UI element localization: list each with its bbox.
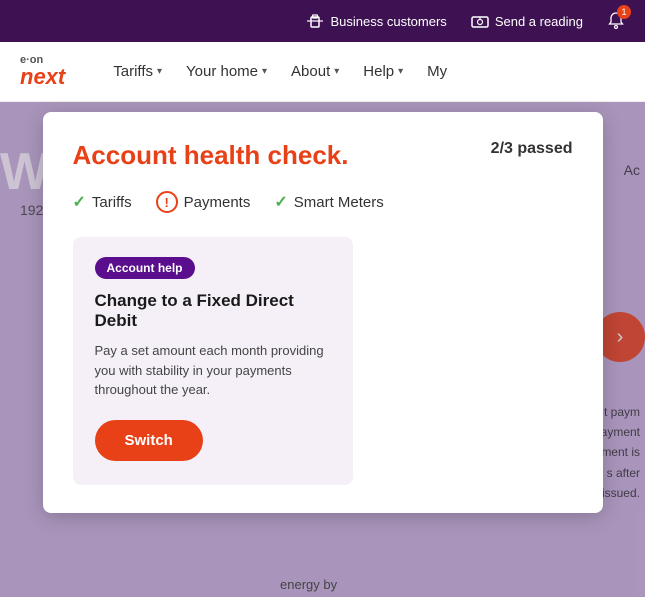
send-reading-link[interactable]: Send a reading xyxy=(471,12,583,30)
business-customers-label: Business customers xyxy=(330,14,446,29)
card-description: Pay a set amount each month providing yo… xyxy=(95,341,331,400)
nav-my[interactable]: My xyxy=(419,63,455,80)
check-tariffs: ✓ Tariffs xyxy=(73,191,132,213)
check-items: ✓ Tariffs ! Payments ✓ Smart Meters xyxy=(73,191,573,213)
tariffs-check-label: Tariffs xyxy=(92,194,132,211)
check-smart-ok-icon: ✓ xyxy=(274,192,287,212)
nav-help[interactable]: Help ▾ xyxy=(355,63,411,80)
switch-button[interactable]: Switch xyxy=(95,420,203,461)
meter-icon xyxy=(471,12,489,30)
modal-overlay: Account health check. 2/3 passed ✓ Tarif… xyxy=(0,102,645,597)
tariffs-label: Tariffs xyxy=(113,63,153,80)
your-home-chevron-icon: ▾ xyxy=(262,66,267,77)
briefcase-icon xyxy=(306,12,324,30)
modal-header: Account health check. 2/3 passed xyxy=(73,140,573,171)
notification-count: 1 xyxy=(617,5,631,19)
check-warn-icon: ! xyxy=(156,191,178,213)
about-label: About xyxy=(291,63,330,80)
nav-items: Tariffs ▾ Your home ▾ About ▾ Help ▾ My xyxy=(105,63,625,80)
account-help-card: Account help Change to a Fixed Direct De… xyxy=(73,237,353,485)
logo[interactable]: e·on next xyxy=(20,55,65,88)
bottom-energy-text: energy by xyxy=(280,577,337,592)
modal-title: Account health check. xyxy=(73,140,349,171)
nav-about[interactable]: About ▾ xyxy=(283,63,347,80)
notifications-icon[interactable]: 1 xyxy=(607,11,625,32)
about-chevron-icon: ▾ xyxy=(334,66,339,77)
send-reading-label: Send a reading xyxy=(495,14,583,29)
tariffs-chevron-icon: ▾ xyxy=(157,66,162,77)
top-bar: Business customers Send a reading 1 xyxy=(0,0,645,42)
main-background: We 192 G Ac › t paympaymentment iss afte… xyxy=(0,102,645,597)
logo-next-text: next xyxy=(20,66,65,88)
your-home-label: Your home xyxy=(186,63,258,80)
nav-tariffs[interactable]: Tariffs ▾ xyxy=(105,63,170,80)
check-ok-icon: ✓ xyxy=(73,192,86,212)
business-customers-link[interactable]: Business customers xyxy=(306,12,446,30)
my-label: My xyxy=(427,63,447,80)
help-chevron-icon: ▾ xyxy=(398,66,403,77)
passed-count: 2/3 passed xyxy=(491,140,573,158)
smart-meters-check-label: Smart Meters xyxy=(294,194,384,211)
health-check-modal: Account health check. 2/3 passed ✓ Tarif… xyxy=(43,112,603,513)
help-label: Help xyxy=(363,63,394,80)
nav-bar: e·on next Tariffs ▾ Your home ▾ About ▾ … xyxy=(0,42,645,102)
check-smart-meters: ✓ Smart Meters xyxy=(274,191,383,213)
nav-your-home[interactable]: Your home ▾ xyxy=(178,63,275,80)
payments-check-label: Payments xyxy=(184,194,251,211)
check-payments: ! Payments xyxy=(156,191,251,213)
card-title: Change to a Fixed Direct Debit xyxy=(95,291,331,331)
card-badge: Account help xyxy=(95,257,195,279)
